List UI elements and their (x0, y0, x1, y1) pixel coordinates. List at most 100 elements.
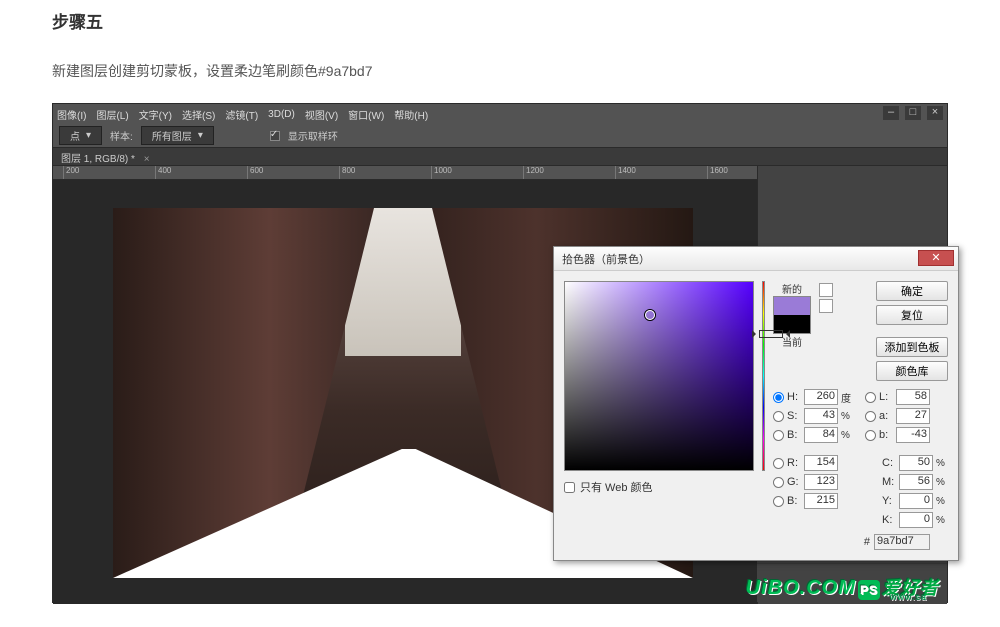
r-label: R: (787, 457, 801, 469)
radio-lab-b[interactable] (865, 430, 876, 441)
window-minimize[interactable]: – (883, 106, 899, 120)
menu-image[interactable]: 图像(I) (57, 107, 86, 122)
m-label: M: (882, 476, 896, 488)
add-swatch-button[interactable]: 添加到色板 (876, 337, 948, 357)
cancel-button[interactable]: 复位 (876, 305, 948, 325)
m-unit: % (936, 477, 948, 488)
bv-input[interactable]: 84 (804, 427, 838, 443)
l-label: L: (879, 391, 893, 403)
k-input[interactable]: 0 (899, 512, 933, 528)
radio-h[interactable] (773, 392, 784, 403)
ruler-tick: 1400 (615, 166, 707, 179)
radio-a[interactable] (865, 411, 876, 422)
hue-slider[interactable] (762, 281, 765, 471)
sample-layers-select[interactable]: 所有图层 ▾ (141, 126, 214, 145)
menu-3d[interactable]: 3D(D) (268, 109, 295, 120)
s-unit: % (841, 411, 853, 422)
menu-type[interactable]: 文字(Y) (139, 107, 172, 122)
sample-size-select[interactable]: 点 ▾ (59, 126, 102, 145)
bv-unit: % (841, 430, 853, 441)
close-icon[interactable]: × (144, 154, 150, 165)
l-input[interactable]: 58 (896, 389, 930, 405)
menu-window[interactable]: 窗口(W) (348, 107, 384, 122)
s-input[interactable]: 43 (804, 408, 838, 424)
menu-help[interactable]: 帮助(H) (394, 107, 428, 122)
menu-select[interactable]: 选择(S) (182, 107, 215, 122)
window-close[interactable]: × (927, 106, 943, 120)
c-unit: % (936, 458, 948, 469)
h-input[interactable]: 260 (804, 389, 838, 405)
color-picker-dialog: 拾色器（前景色） ✕ 只有 Web 颜色 (553, 246, 959, 561)
window-maximize[interactable]: □ (905, 106, 921, 120)
hex-input[interactable]: 9a7bd7 (874, 534, 930, 550)
show-sample-ring-label: 显示取样环 (288, 128, 338, 143)
k-label: K: (882, 514, 896, 526)
radio-blue[interactable] (773, 496, 784, 507)
ruler-tick: 1000 (431, 166, 523, 179)
s-label: S: (787, 410, 801, 422)
a-input[interactable]: 27 (896, 408, 930, 424)
menu-filter[interactable]: 滤镜(T) (225, 107, 258, 122)
radio-s[interactable] (773, 411, 784, 422)
ruler-tick: 200 (63, 166, 155, 179)
a-label: a: (879, 410, 893, 422)
watermark: UiBO.COM PS 爱好者 www.sa (746, 574, 939, 600)
y-label: Y: (882, 495, 896, 507)
photoshop-window: 图像(I) 图层(L) 文字(Y) 选择(S) 滤镜(T) 3D(D) 视图(V… (52, 103, 948, 603)
y-unit: % (936, 496, 948, 507)
h-label: H: (787, 391, 801, 403)
ruler-tick: 800 (339, 166, 431, 179)
m-input[interactable]: 56 (899, 474, 933, 490)
hex-label: # (864, 536, 870, 548)
ok-button[interactable]: 确定 (876, 281, 948, 301)
step-description: 新建图层创建剪切蒙板，设置柔边笔刷颜色#9a7bd7 (52, 61, 948, 81)
document-tabs: 图层 1, RGB/8) * × (53, 148, 947, 166)
c-input[interactable]: 50 (899, 455, 933, 471)
radio-l[interactable] (865, 392, 876, 403)
color-field[interactable] (564, 281, 754, 471)
menubar: 图像(I) 图层(L) 文字(Y) 选择(S) 滤镜(T) 3D(D) 视图(V… (53, 104, 947, 124)
show-sample-ring-checkbox[interactable] (270, 131, 280, 141)
options-bar: 点 ▾ 样本: 所有图层 ▾ 显示取样环 (53, 124, 947, 148)
ruler-tick: 600 (247, 166, 339, 179)
radio-b[interactable] (773, 430, 784, 441)
r-input[interactable]: 154 (804, 455, 838, 471)
sample-layers-label: 样本: (110, 128, 133, 143)
chevron-down-icon: ▾ (198, 130, 203, 141)
k-unit: % (936, 515, 948, 526)
web-only-checkbox[interactable] (564, 482, 575, 493)
new-color-label: 新的 (782, 281, 802, 296)
radio-g[interactable] (773, 477, 784, 488)
lab-b-input[interactable]: -43 (896, 427, 930, 443)
chevron-down-icon: ▾ (86, 130, 91, 141)
step-title: 步骤五 (52, 8, 948, 33)
y-input[interactable]: 0 (899, 493, 933, 509)
c-label: C: (882, 457, 896, 469)
b-label: B: (787, 495, 801, 507)
b-input[interactable]: 215 (804, 493, 838, 509)
document-tab[interactable]: 图层 1, RGB/8) * × (61, 150, 150, 165)
color-library-button[interactable]: 颜色库 (876, 361, 948, 381)
websafe-warning-icon[interactable] (819, 299, 833, 313)
dialog-close-button[interactable]: ✕ (918, 250, 954, 266)
dialog-title: 拾色器（前景色） (562, 251, 650, 267)
g-label: G: (787, 476, 801, 488)
watermark-sub: www.sa (890, 592, 927, 602)
menu-view[interactable]: 视图(V) (305, 107, 338, 122)
ruler-tick: 400 (155, 166, 247, 179)
new-color-swatch (774, 297, 810, 315)
dialog-titlebar[interactable]: 拾色器（前景色） ✕ (554, 247, 958, 271)
web-only-label: 只有 Web 颜色 (580, 479, 653, 495)
ruler-tick: 1200 (523, 166, 615, 179)
hue-cursor (759, 330, 783, 338)
color-field-cursor (645, 310, 655, 320)
watermark-brand: UiBO.COM (746, 577, 856, 600)
watermark-logo-icon: PS (858, 580, 880, 600)
h-unit: 度 (841, 390, 853, 405)
sample-layers-value: 所有图层 (152, 128, 192, 143)
radio-r[interactable] (773, 458, 784, 469)
lab-b-label: b: (879, 429, 893, 441)
g-input[interactable]: 123 (804, 474, 838, 490)
menu-layer[interactable]: 图层(L) (96, 107, 128, 122)
gamut-warning-icon[interactable] (819, 283, 833, 297)
